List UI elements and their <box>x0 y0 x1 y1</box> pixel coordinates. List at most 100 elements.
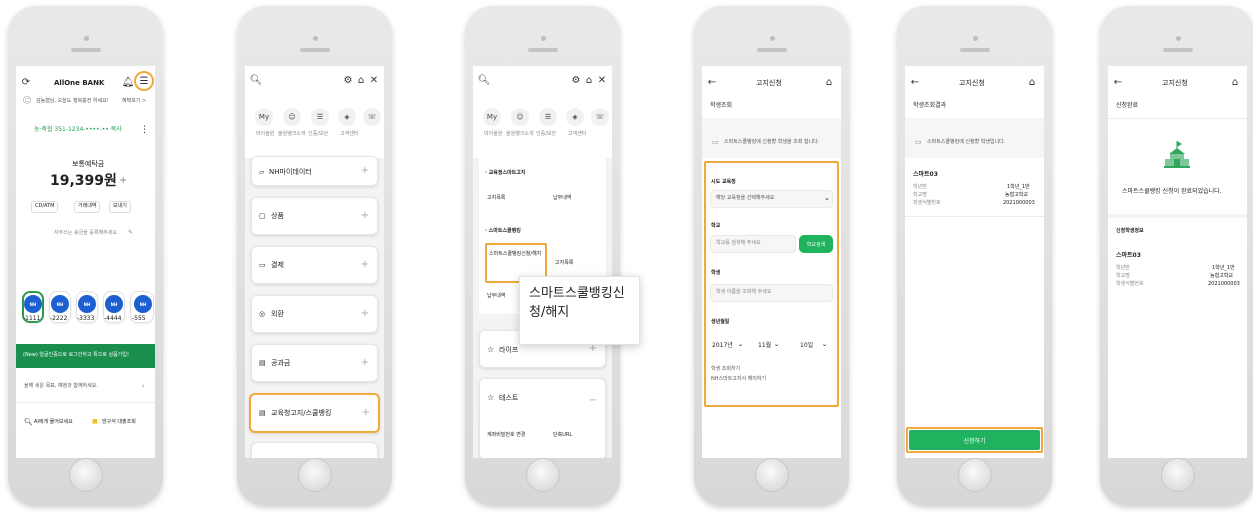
camera <box>1175 36 1181 41</box>
shield-icon[interactable]: ◈ <box>338 108 356 126</box>
search-icon[interactable]: 🔍︎ <box>250 74 263 86</box>
screen-result: ← 고지신청 ⌂ 학생조회결과 ▭ 스마트스쿨뱅킹에 신청할 학생입니다. 스마… <box>905 66 1044 458</box>
close-icon[interactable]: ✕ <box>596 74 608 86</box>
student-name: 스마트03 <box>913 171 938 178</box>
speaker <box>756 48 787 52</box>
my-icon[interactable]: My <box>255 108 273 126</box>
year-select[interactable]: 2017년 <box>712 342 733 350</box>
search-icon[interactable]: 🔍︎ <box>478 74 491 86</box>
favorite-hint: 자주쓰는 송금을 등록해주세요 <box>54 230 117 236</box>
home-button <box>957 458 992 492</box>
myallone-icon[interactable]: ☺ <box>283 108 301 126</box>
speaker <box>1162 48 1193 52</box>
close-icon[interactable]: ✕ <box>368 74 380 86</box>
home-icon[interactable]: ⌂ <box>823 76 835 88</box>
submenu-item[interactable]: 납부내역 <box>487 293 505 300</box>
refresh-icon[interactable]: ⟳ <box>20 76 32 88</box>
stage: ⟳ AllOne BANK 🔔︎ ☰ ☺ 김농협님, 오늘도 행복충전 하세요!… <box>0 0 1253 513</box>
submenu-item[interactable]: 납부내역 <box>553 195 571 202</box>
greeting: 김농협님, 오늘도 행복충전 하세요! <box>36 98 109 104</box>
submenu-item[interactable]: 단축URL <box>553 432 572 439</box>
menu-label: 라이프 <box>499 346 519 354</box>
my-icon[interactable]: My <box>483 108 501 126</box>
shortcut-label: 고객센터 <box>568 131 587 137</box>
screen-submenu: 🔍︎ ⚙ ⌂ ✕ My ☺ ☰ ◈ ☏ 마이올원 올원뱅크소개 인증/보안 고객… <box>473 66 612 458</box>
shortcut-label: 인증/보안 <box>536 131 557 137</box>
back-arrow-icon[interactable]: ← <box>909 76 921 88</box>
home-icon[interactable]: ⌂ <box>583 74 595 86</box>
phone-3: 🔍︎ ⚙ ⌂ ✕ My ☺ ☰ ◈ ☏ 마이올원 올원뱅크소개 인증/보안 고객… <box>465 6 620 506</box>
chevron-down-icon: ⌄ <box>824 194 830 202</box>
bill-icon: ▤ <box>259 359 266 367</box>
submenu-item[interactable]: 고지목록 <box>555 260 573 267</box>
row-label: 학교명 <box>1116 273 1130 279</box>
intro-icon[interactable]: ☰ <box>539 108 557 126</box>
bag-icon: ▢ <box>259 212 266 220</box>
submenu-item[interactable]: 고지목록 <box>487 195 505 202</box>
month-select[interactable]: 11월 <box>758 342 771 350</box>
shield-icon[interactable]: ◈ <box>566 108 584 126</box>
account-number[interactable]: 농·축협 351-1234-••••-•• 복사 <box>34 126 122 134</box>
gear-icon[interactable]: ⚙ <box>342 74 354 86</box>
camera <box>312 36 318 41</box>
myallone-icon[interactable]: ☺ <box>511 108 529 126</box>
gear-icon[interactable]: ⚙ <box>570 74 582 86</box>
submenu-item[interactable]: 스마트스쿨뱅킹신청/해지 <box>489 251 543 258</box>
send-button[interactable]: 보내기 <box>109 201 131 213</box>
shortcut-label: 올원뱅크소개 <box>506 131 534 137</box>
card-icon: ▭ <box>259 261 266 269</box>
divider <box>16 402 155 403</box>
home-icon[interactable]: ⌂ <box>1026 76 1038 88</box>
more-icon[interactable]: ⋮ <box>140 125 149 135</box>
field-label: 생년월일 <box>711 319 730 325</box>
history-button[interactable]: 거래내역 <box>74 201 101 213</box>
cancel-link[interactable]: NH스마트고지서 해지하기 <box>711 376 766 383</box>
menu-test[interactable]: − <box>479 378 606 458</box>
divider <box>1108 214 1247 218</box>
search-icon: 🔍︎ <box>24 418 33 426</box>
plus-icon[interactable]: + <box>119 175 127 187</box>
intro-icon[interactable]: ☰ <box>311 108 329 126</box>
brand-logo: AllOne BANK <box>54 79 105 87</box>
goal-text[interactable]: 올해 세운 목표, 예정과 함께하세요. <box>24 383 98 390</box>
complete-message: 스마트스쿨뱅킹 신청이 완료되었습니다. <box>1122 188 1222 195</box>
field-label: 학생 <box>711 270 721 276</box>
loan-link[interactable]: 방구석 대출조회 <box>102 419 136 426</box>
back-arrow-icon[interactable]: ← <box>706 76 718 88</box>
balance: 19,399원 <box>50 173 117 189</box>
ai-search[interactable]: AI에게 물어보세요 <box>34 419 73 426</box>
submenu-item[interactable]: 계좌비밀번호 변경 <box>487 432 525 439</box>
school-search-button[interactable]: 학교검색 <box>799 235 833 253</box>
field-label: 학교 <box>711 223 721 229</box>
page-title: 고지신청 <box>756 79 782 87</box>
home-icon[interactable]: ⌂ <box>355 74 367 86</box>
page-title: 고지신청 <box>959 79 985 87</box>
edit-icon[interactable]: ✎ <box>128 229 133 237</box>
nh-icon: NH <box>51 295 69 313</box>
account-suffix: -2222 <box>50 315 68 322</box>
divider <box>905 216 1044 217</box>
support-icon[interactable]: ☏ <box>591 108 609 126</box>
school-icon <box>1164 141 1190 168</box>
support-icon[interactable]: ☏ <box>363 108 381 126</box>
menu-more[interactable] <box>251 442 378 458</box>
school-placeholder: 학교를 검색해 주세요 <box>716 240 761 246</box>
info-title: 신청학생정보 <box>1116 228 1144 234</box>
lookup-link[interactable]: 학생 조회하기 <box>711 366 740 373</box>
shortcut-label: 올원뱅크소개 <box>278 131 306 137</box>
camera <box>83 36 89 41</box>
apply-button[interactable]: 신청하기 <box>909 430 1040 450</box>
divider <box>1108 118 1247 119</box>
shortcut-label: 마이올원 <box>484 131 503 137</box>
star-icon: ☆ <box>487 393 495 402</box>
menu-icon[interactable]: ☰ <box>134 71 154 91</box>
home-icon[interactable]: ⌂ <box>1229 76 1241 88</box>
star-icon: ☆ <box>487 345 495 354</box>
phone-6: ← 고지신청 ⌂ 신청완료 스마트스쿨뱅킹 신청이 완료되었습니다. 신청학생정… <box>1100 6 1253 506</box>
camera <box>972 36 978 41</box>
atm-button[interactable]: CD/ATM <box>31 201 59 213</box>
benefit-link[interactable]: 혜택보기 > <box>122 98 146 105</box>
bell-icon[interactable]: 🔔︎ <box>122 76 135 88</box>
back-arrow-icon[interactable]: ← <box>1112 76 1124 88</box>
day-select[interactable]: 10일 <box>800 342 813 350</box>
